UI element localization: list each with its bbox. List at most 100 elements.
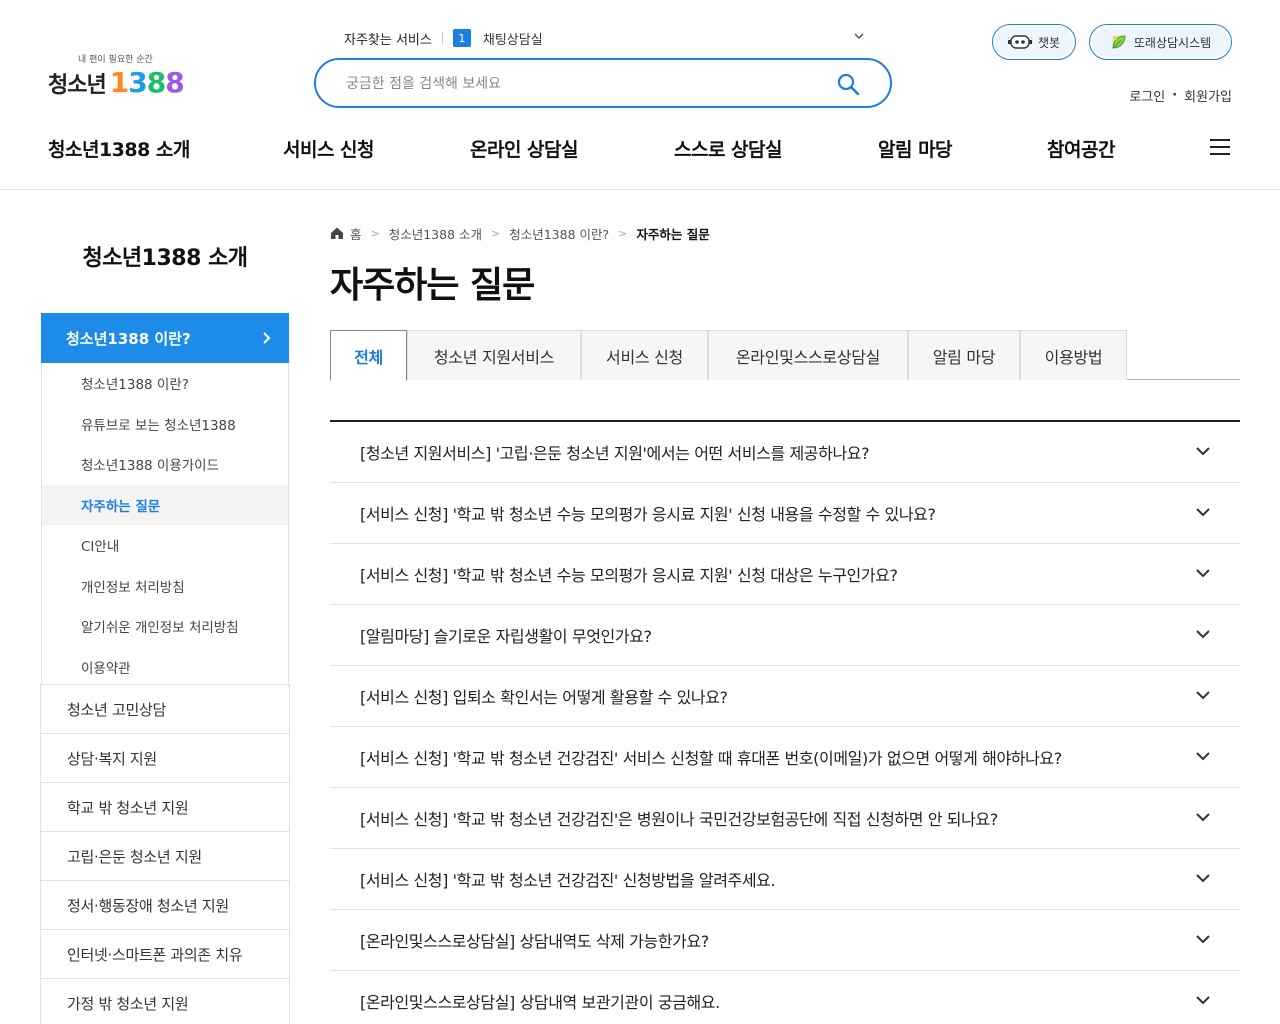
breadcrumb-item[interactable]: 청소년1388 이란? [509,224,609,243]
faq-item[interactable]: [온라인및스스로상담실] 상담내역도 삭제 가능한가요? [330,910,1240,971]
gnb-item-self-counsel[interactable]: 스스로 상담실 [674,135,783,162]
logo-name: 청소년 [48,72,107,98]
tab-youth-support[interactable]: 청소년 지원서비스 [407,330,581,380]
leaf-icon [1112,35,1126,49]
global-nav: 청소년1388 소개 서비스 신청 온라인 상담실 스스로 상담실 알림 마당 … [0,135,1280,167]
faq-question: [서비스 신청] '학교 밖 청소년 수능 모의평가 응시료 지원' 신청 내용… [360,505,936,524]
logo-number: 1388 [109,66,185,99]
tab-service-apply[interactable]: 서비스 신청 [581,330,708,380]
gnb-item-notice[interactable]: 알림 마당 [878,135,953,162]
chevron-down-icon[interactable] [1196,812,1210,822]
faq-item[interactable]: [서비스 신청] '학교 밖 청소년 수능 모의평가 응시료 지원' 신청 대상… [330,544,1240,605]
faq-item[interactable]: [서비스 신청] '학교 밖 청소년 건강검진' 신청방법을 알려주세요. [330,849,1240,910]
auth-links: 로그인 · 회원가입 [1129,86,1232,105]
search-icon[interactable] [836,72,860,96]
sidebar-main-item[interactable]: 고립·은둔 청소년 지원 [41,831,289,880]
sidebar-main-item[interactable]: 상담·복지 지원 [41,733,289,782]
chevron-down-icon[interactable] [1196,934,1210,944]
tab-online-self-counsel[interactable]: 온라인및스스로상담실 [708,330,908,380]
sidebar-main-item[interactable]: 학교 밖 청소년 지원 [41,782,289,831]
chatbot-label: 챗봇 [1037,35,1061,50]
faq-item[interactable]: [서비스 신청] 입퇴소 확인서는 어떻게 활용할 수 있나요? [330,666,1240,727]
faq-question: [서비스 신청] '학교 밖 청소년 수능 모의평가 응시료 지원' 신청 대상… [360,566,898,585]
breadcrumb-separator-icon: > [491,226,501,240]
sidebar-submenu: 청소년1388 이란? 유튜브로 보는 청소년1388 청소년1388 이용가이… [41,363,289,687]
sidebar-sub-item[interactable]: 이용약관 [42,647,288,688]
sidebar-sub-item[interactable]: CI안내 [42,525,288,566]
chevron-down-icon[interactable] [1196,507,1210,517]
sidebar-main-item[interactable]: 가정 밖 청소년 지원 [41,978,289,1024]
breadcrumb-separator-icon: > [618,226,628,240]
chevron-down-icon[interactable] [1196,751,1210,761]
faq-item[interactable]: [서비스 신청] '학교 밖 청소년 수능 모의평가 응시료 지원' 신청 내용… [330,483,1240,544]
sidebar-active-label: 청소년1388 이란? [66,329,191,348]
faq-question: [서비스 신청] '학교 밖 청소년 건강검진' 신청방법을 알려주세요. [360,871,776,890]
chevron-down-icon[interactable] [1196,690,1210,700]
chevron-down-icon[interactable] [1196,629,1210,639]
chevron-down-icon[interactable] [1196,568,1210,578]
home-icon[interactable] [330,226,344,240]
tab-all[interactable]: 전체 [330,330,407,381]
sidebar-sub-item[interactable]: 개인정보 처리방침 [42,566,288,607]
menu-icon[interactable] [1210,139,1230,157]
faq-item[interactable]: [온라인및스스로상담실] 상담내역 보관기관이 궁금해요. [330,971,1240,1024]
gnb-item-about[interactable]: 청소년1388 소개 [48,135,190,162]
faq-question: [온라인및스스로상담실] 상담내역도 삭제 가능한가요? [360,932,709,951]
faq-question: [알림마당] 슬기로운 자립생활이 무엇인가요? [360,627,652,646]
gnb-item-participation[interactable]: 참여공간 [1047,135,1115,162]
breadcrumb-home[interactable]: 홈 [350,224,362,243]
robot-icon [1007,35,1032,49]
faq-item[interactable]: [알림마당] 슬기로운 자립생활이 무엇인가요? [330,605,1240,666]
rank-badge: 1 [452,29,471,47]
popular-service-item[interactable]: 채팅상담실 [483,29,543,48]
faq-item[interactable]: [서비스 신청] '학교 밖 청소년 건강검진' 서비스 신청할 때 휴대폰 번… [330,727,1240,788]
faq-question: [온라인및스스로상담실] 상담내역 보관기관이 궁금해요. [360,993,720,1012]
tab-notice[interactable]: 알림 마당 [908,330,1020,380]
sidebar-main-item[interactable]: 인터넷·스마트폰 과의존 치유 [41,929,289,978]
faq-question: [서비스 신청] 입퇴소 확인서는 어떻게 활용할 수 있나요? [360,688,728,707]
join-link[interactable]: 회원가입 [1184,86,1232,105]
faq-question: [서비스 신청] '학교 밖 청소년 건강검진'은 병원이나 국민건강보험공단에… [360,810,998,829]
login-link[interactable]: 로그인 [1129,86,1165,105]
breadcrumb-current: 자주하는 질문 [636,226,710,242]
sidebar-main-menu: 청소년 고민상담 상담·복지 지원 학교 밖 청소년 지원 고립·은둔 청소년 … [40,684,290,1024]
gnb-item-service-apply[interactable]: 서비스 신청 [283,135,375,162]
sidebar-sub-item[interactable]: 알기쉬운 개인정보 처리방침 [42,606,288,647]
search-input[interactable] [346,73,806,95]
faq-question: [서비스 신청] '학교 밖 청소년 건강검진' 서비스 신청할 때 휴대폰 번… [360,749,1062,768]
chevron-down-icon[interactable] [854,31,864,41]
peer-counseling-button[interactable]: 또래상담시스템 [1089,24,1232,60]
gnb-item-online-counsel[interactable]: 온라인 상담실 [470,135,579,162]
logo-tagline: 내 편이 필요한 순간 [78,55,153,65]
chevron-down-icon[interactable] [1196,873,1210,883]
chatbot-button[interactable]: 챗봇 [992,24,1076,60]
faq-list: [청소년 지원서비스] '고립·은둔 청소년 지원'에서는 어떤 서비스를 제공… [330,420,1240,1024]
sidebar-title: 청소년1388 소개 [82,246,248,271]
sidebar-active-section[interactable]: 청소년1388 이란? [41,313,289,363]
page-title: 자주하는 질문 [330,265,535,306]
sidebar-sub-item[interactable]: 청소년1388 이란? [42,363,288,404]
sidebar-main-item[interactable]: 청소년 고민상담 [41,684,289,733]
faq-item[interactable]: [청소년 지원서비스] '고립·은둔 청소년 지원'에서는 어떤 서비스를 제공… [330,422,1240,483]
sidebar-sub-item[interactable]: 청소년1388 이용가이드 [42,444,288,485]
chevron-right-icon [263,332,271,344]
popular-services-label: 자주찾는 서비스 [344,32,432,48]
sidebar-sub-item-active[interactable]: 자주하는 질문 [42,484,288,525]
breadcrumb: 홈 > 청소년1388 소개 > 청소년1388 이란? > 자주하는 질문 [330,224,710,242]
dot-separator: · [1172,88,1178,103]
chevron-down-icon[interactable] [1196,995,1210,1005]
sidebar-sub-item[interactable]: 유튜브로 보는 청소년1388 [42,404,288,445]
faq-item[interactable]: [서비스 신청] '학교 밖 청소년 건강검진'은 병원이나 국민건강보험공단에… [330,788,1240,849]
category-tabs: 전체 청소년 지원서비스 서비스 신청 온라인및스스로상담실 알림 마당 이용방… [330,330,1240,381]
peer-counseling-label: 또래상담시스템 [1133,35,1212,50]
breadcrumb-item[interactable]: 청소년1388 소개 [389,224,482,243]
sidebar-main-item[interactable]: 정서·행동장애 청소년 지원 [41,880,289,929]
site-logo[interactable]: 내 편이 필요한 순간 청소년 1388 [48,50,188,100]
site-header: 내 편이 필요한 순간 청소년 1388 자주찾는 서비스 1 채팅상담실 챗봇 [0,0,1280,190]
breadcrumb-separator-icon: > [370,226,380,240]
faq-question: [청소년 지원서비스] '고립·은둔 청소년 지원'에서는 어떤 서비스를 제공… [360,444,870,463]
tab-how-to-use[interactable]: 이용방법 [1020,330,1127,380]
search-box [314,58,892,108]
chevron-down-icon[interactable] [1196,446,1210,456]
popular-services-ticker[interactable]: 자주찾는 서비스 1 채팅상담실 [344,27,864,49]
